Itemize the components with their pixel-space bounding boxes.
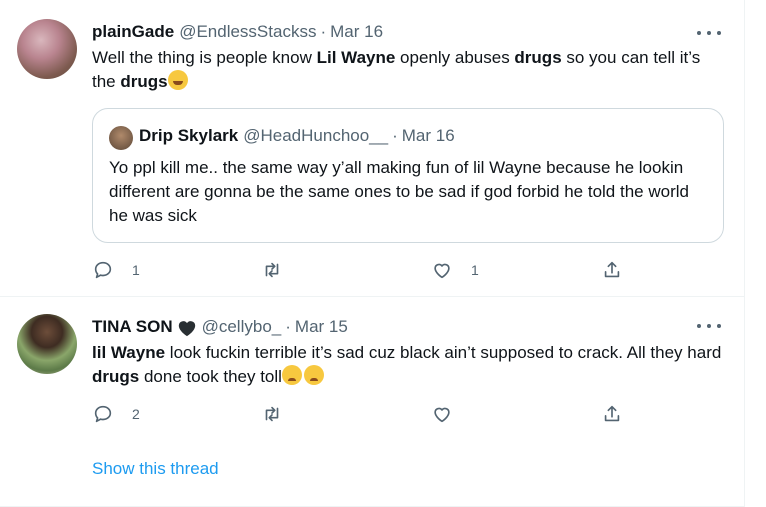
display-name[interactable]: plainGade [92,22,174,42]
like-button[interactable] [431,403,453,425]
grinning-sweat-emoji [167,70,188,90]
share-button[interactable] [601,259,623,281]
tweet-header: TINA SON @cellybo_ · Mar 15 [92,317,348,339]
pleading-face-emoji [303,365,324,385]
show-thread-link[interactable]: Show this thread [92,459,219,479]
reply-count: 2 [132,406,140,422]
display-name[interactable]: TINA SON [92,317,173,337]
separator-dot: · [392,126,398,145]
avatar[interactable] [17,314,77,374]
timeline: plainGade @EndlessStackss · Mar 16 Well … [0,0,745,507]
tweet-date[interactable]: Mar 16 [330,22,383,42]
like-count: 1 [471,262,479,278]
quoted-tweet-header: Drip Skylark @HeadHunchoo__ · Mar 16 [139,126,455,146]
avatar[interactable] [17,19,77,79]
tweet-text: Well the thing is people know Lil Wayne … [92,48,701,91]
retweet-icon [265,262,279,278]
quoted-tweet-text: Yo ppl kill me.. the same way y’all maki… [109,158,689,225]
reply-count: 1 [132,262,140,278]
quoted-display-name: Drip Skylark [139,126,239,145]
separator-dot: · [285,317,291,336]
pleading-face-emoji [281,365,302,385]
more-options-icon[interactable] [697,318,721,334]
quoted-tweet[interactable]: Drip Skylark @HeadHunchoo__ · Mar 16 Yo … [92,108,724,243]
share-icon [604,405,620,422]
quoted-tweet-date: Mar 16 [401,126,455,145]
quoted-user-handle: @HeadHunchoo__ [243,126,389,145]
tweet-header: plainGade @EndlessStackss · Mar 16 [92,22,383,44]
quoted-avatar [109,126,133,150]
user-handle[interactable]: @EndlessStackss [179,22,316,42]
tweet-actions: 2 [92,403,652,427]
heart-icon [434,407,450,423]
reply-icon [94,261,112,279]
separator-dot: · [320,22,327,41]
black-heart-icon [178,321,195,337]
reply-icon [94,405,112,423]
retweet-button[interactable] [261,403,283,425]
like-button[interactable]: 1 [431,259,479,281]
tweet-actions: 1 1 [92,259,652,283]
tweet[interactable]: plainGade @EndlessStackss · Mar 16 Well … [0,0,745,297]
share-icon [604,261,620,278]
tweet-text: lil Wayne look fuckin terrible it’s sad … [92,343,722,386]
user-handle[interactable]: @cellybo_ [202,317,282,337]
retweet-icon [265,406,279,422]
reply-button[interactable]: 1 [92,259,140,281]
heart-icon [434,263,450,279]
retweet-button[interactable] [261,259,283,281]
more-options-icon[interactable] [697,25,721,41]
tweet[interactable]: TINA SON @cellybo_ · Mar 15 lil Wayne lo… [0,297,745,507]
share-button[interactable] [601,403,623,425]
tweet-date[interactable]: Mar 15 [295,317,348,337]
reply-button[interactable]: 2 [92,403,140,425]
